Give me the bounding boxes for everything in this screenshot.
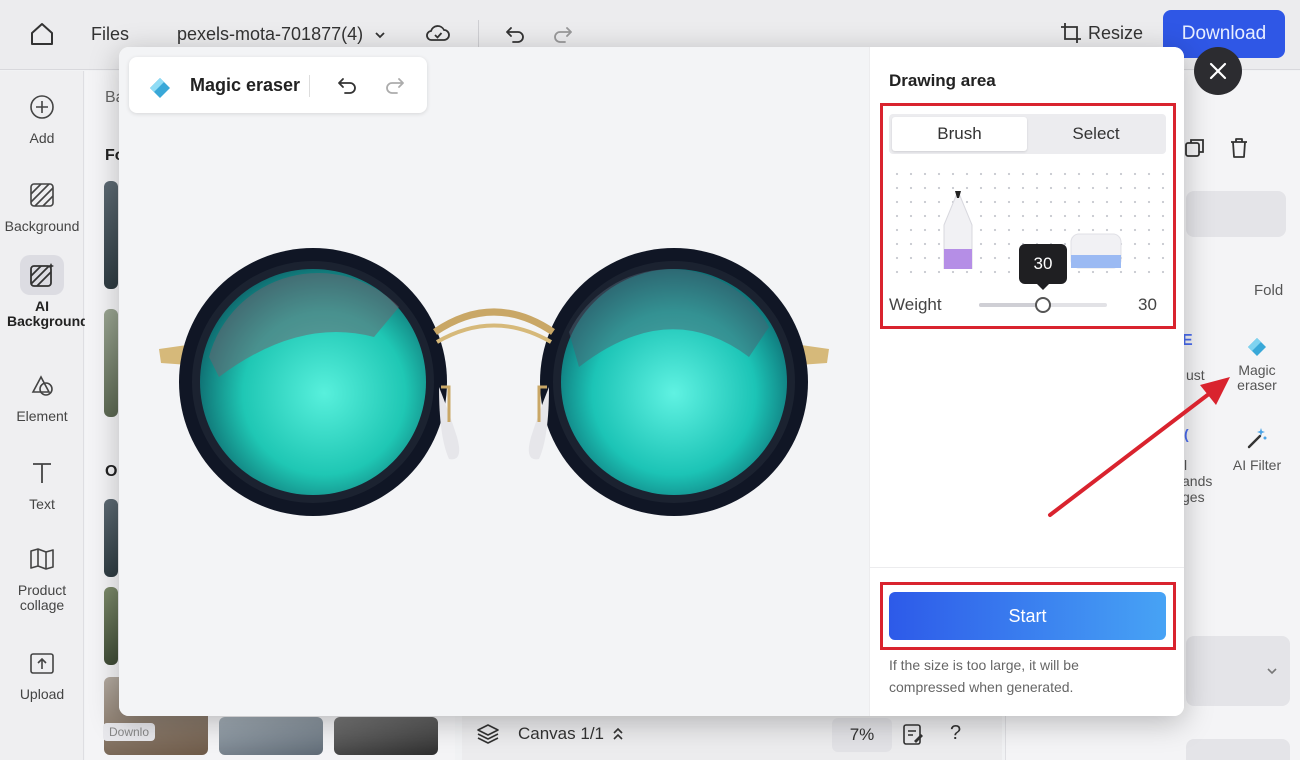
- canvas-bar: Canvas 1/1 7% ?: [462, 712, 1002, 760]
- resize-label: Resize: [1088, 22, 1144, 43]
- plus-circle-icon: [20, 87, 64, 127]
- modal-toolbar: Magic eraser: [129, 57, 427, 113]
- text-icon: [20, 453, 64, 493]
- home-icon: [31, 23, 53, 45]
- sidebar-item-label: Element: [16, 408, 68, 424]
- sidebar-item-label: Background: [4, 218, 80, 234]
- background-thumbnail[interactable]: [104, 499, 118, 577]
- sidebar-item-upload[interactable]: Upload: [0, 643, 84, 702]
- left-sidebar: Add Background AI Background Element Tex…: [0, 71, 89, 760]
- canvas-label: Canvas 1/1: [518, 724, 604, 743]
- background-thumbnail[interactable]: [219, 717, 323, 755]
- brush-mode-button[interactable]: Brush: [892, 117, 1027, 151]
- toolbar-divider: [478, 20, 479, 48]
- panel-block: [1186, 636, 1290, 706]
- background-thumbnail[interactable]: [334, 717, 438, 755]
- close-icon: [1209, 62, 1227, 80]
- download-tag: Downlo: [103, 723, 156, 741]
- weight-value: 30: [1138, 295, 1157, 314]
- undo-icon[interactable]: [335, 73, 359, 102]
- sidebar-item-label: AI Background: [7, 298, 89, 329]
- magic-wand-icon: [1247, 428, 1267, 449]
- magic-eraser-icon: [1248, 338, 1266, 356]
- weight-slider-handle[interactable]: [1035, 297, 1051, 313]
- redo-icon[interactable]: [383, 73, 407, 102]
- modal-title: Magic eraser: [190, 75, 301, 95]
- magic-eraser-icon: [150, 78, 170, 98]
- hatch-icon: [20, 175, 64, 215]
- resize-button[interactable]: Resize: [1060, 22, 1143, 44]
- panel-block: [1186, 191, 1286, 237]
- magic-eraser-modal: Magic eraser Drawing area Brush Select 3…: [119, 47, 1184, 716]
- filename-label: pexels-mota-701877(4): [177, 24, 364, 44]
- files-menu[interactable]: Files: [91, 24, 129, 45]
- sidebar-item-product-collage[interactable]: Product collage: [0, 539, 84, 613]
- chevron-down-icon: [1267, 668, 1277, 675]
- help-button[interactable]: ?: [950, 722, 961, 745]
- image-canvas[interactable]: Magic eraser: [119, 47, 869, 716]
- tool-label: AI Filter: [1232, 457, 1282, 473]
- duplicate-icon[interactable]: [1184, 137, 1206, 164]
- sidebar-item-background[interactable]: Background: [0, 175, 84, 234]
- select-mode-button[interactable]: Select: [1029, 117, 1163, 151]
- panel-block: [1186, 739, 1290, 760]
- start-button[interactable]: Start: [889, 592, 1166, 640]
- toolbar-divider: [309, 75, 310, 97]
- weight-slider-fill: [979, 303, 1043, 307]
- ai-hatch-icon: [20, 255, 64, 295]
- background-thumbnail[interactable]: [104, 309, 118, 417]
- mode-toggle: Brush Select: [889, 114, 1166, 154]
- weight-label: Weight: [889, 295, 942, 314]
- layers-icon[interactable]: [476, 722, 500, 751]
- chevron-up-icon: [613, 727, 623, 740]
- sunglasses-image: [159, 248, 829, 516]
- sidebar-item-label: Product collage: [17, 582, 67, 613]
- sidebar-item-ai-background[interactable]: AI Background: [0, 255, 89, 329]
- drawing-area-title: Drawing area: [889, 71, 996, 90]
- canvas-selector[interactable]: Canvas 1/1: [518, 724, 624, 744]
- eraser-icon: [1070, 233, 1122, 269]
- map-icon: [20, 539, 64, 579]
- sidebar-item-text[interactable]: Text: [0, 453, 84, 512]
- weight-tooltip: 30: [1019, 244, 1067, 290]
- background-thumbnail[interactable]: [104, 181, 118, 289]
- close-button[interactable]: [1194, 47, 1242, 95]
- sidebar-item-label: Text: [29, 496, 55, 512]
- upload-icon: [20, 643, 64, 683]
- pencil-icon: [943, 191, 973, 269]
- notes-icon[interactable]: [902, 722, 924, 751]
- home-button[interactable]: [28, 20, 56, 48]
- trash-icon[interactable]: [1228, 137, 1250, 164]
- sidebar-item-label: Upload: [19, 686, 65, 702]
- sidebar-item-add[interactable]: Add: [0, 87, 84, 146]
- size-note: If the size is too large, it will be com…: [889, 657, 1079, 695]
- shapes-icon: [20, 365, 64, 405]
- divider: [870, 567, 1184, 568]
- crop-icon: [1061, 23, 1081, 43]
- chevron-down-icon: [371, 26, 389, 44]
- fold-toggle[interactable]: Fold: [1254, 282, 1283, 299]
- filename-dropdown[interactable]: pexels-mota-701877(4): [177, 24, 389, 45]
- sidebar-item-element[interactable]: Element: [0, 365, 84, 424]
- zoom-level[interactable]: 7%: [832, 718, 892, 752]
- annotation-arrow: [1048, 377, 1230, 517]
- panel-section-heading: O: [105, 463, 118, 480]
- background-thumbnail[interactable]: [104, 587, 118, 665]
- sidebar-item-label: Add: [29, 130, 55, 146]
